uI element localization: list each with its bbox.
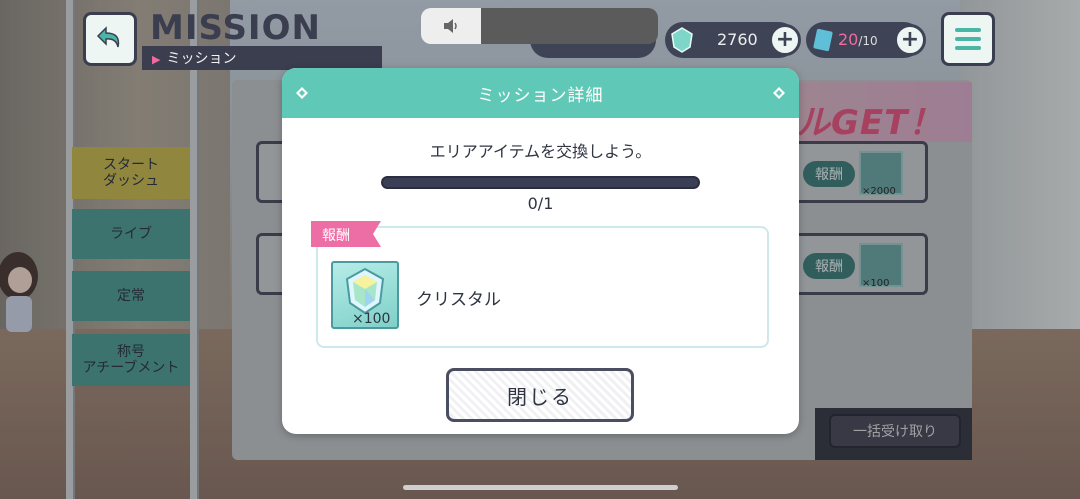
home-indicator[interactable] [403,485,678,490]
gem-counter: 2760 + [665,22,801,58]
progress-text: 0/1 [527,194,554,213]
menu-icon [955,28,981,32]
menu-button[interactable] [941,12,995,66]
ticket-counter: 20/10 + [806,22,926,58]
volume-icon [444,19,457,33]
back-button[interactable] [83,12,137,66]
plus-icon[interactable]: + [769,24,801,56]
volume-slider[interactable] [481,8,658,44]
volume-control[interactable] [421,8,481,44]
diamond-icon [296,87,308,99]
back-arrow-icon [96,26,120,48]
item-quantity: ×100 [352,311,391,327]
ticket-max: /10 [858,34,878,48]
close-button[interactable]: 閉じる [446,368,634,422]
title-main: MISSION [150,8,321,48]
page-title: MISSION ▶ ミッション [142,8,407,70]
triangle-icon: ▶ [152,53,161,66]
ticket-value: 20 [838,30,859,49]
mission-description: エリアアイテムを交換しよう。 [429,142,652,161]
modal-header: ミッション詳細 [282,68,799,118]
crystal-icon [345,267,385,315]
gem-value: 2760 [717,30,758,49]
title-subtitle: ミッション [166,51,237,67]
mission-detail-modal: ミッション詳細 エリアアイテムを交換しよう。 0/1 報酬 ×100 クリスタル… [282,68,799,434]
reward-tag-label: 報酬 [322,228,350,244]
modal-title: ミッション詳細 [477,85,604,106]
item-name: クリスタル [416,290,501,310]
mission-progress-bar [381,176,700,189]
plus-icon[interactable]: + [894,24,926,56]
diamond-icon [773,87,785,99]
crystal-icon [671,27,693,53]
ticket-icon [813,28,833,52]
